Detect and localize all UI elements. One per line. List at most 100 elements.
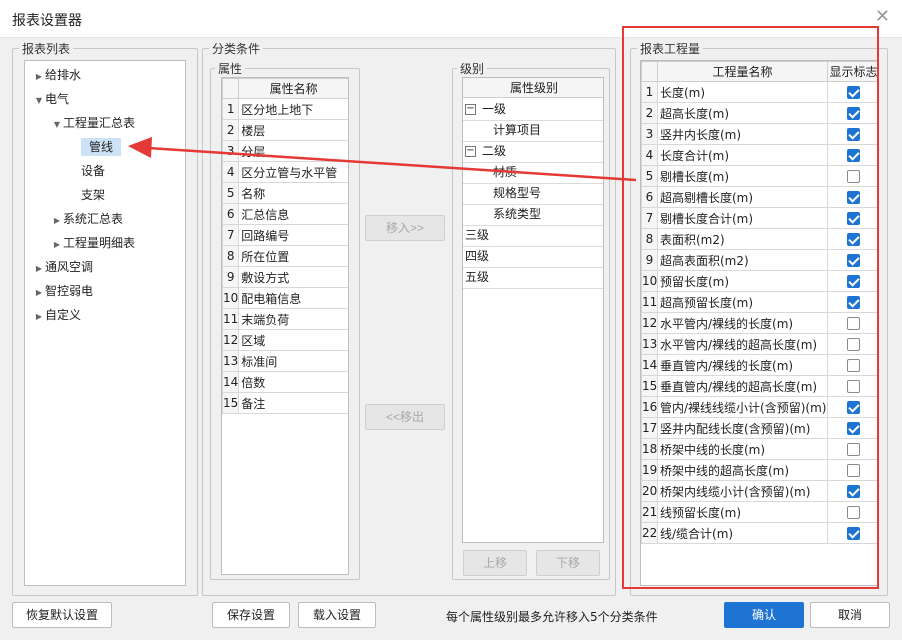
show-flag-checkbox[interactable] <box>847 149 860 162</box>
show-flag-checkbox[interactable] <box>847 485 860 498</box>
move-down-button[interactable]: 下移 <box>536 550 600 576</box>
table-row[interactable]: 12 区域 <box>222 329 348 351</box>
chevron-right-icon[interactable]: ▶ <box>51 210 63 232</box>
table-row[interactable]: 18 桥架中线的长度(m) <box>641 438 877 460</box>
level-row-other[interactable]: 三级 <box>465 225 489 246</box>
table-row[interactable]: 12 水平管内/裸线的长度(m) <box>641 312 877 334</box>
level-child-item[interactable]: 材质 <box>493 162 517 183</box>
tree-item[interactable]: 支架 <box>69 184 105 206</box>
save-settings-button[interactable]: 保存设置 <box>212 602 290 628</box>
show-flag-checkbox[interactable] <box>847 107 860 120</box>
table-row[interactable]: 1 区分地上地下 <box>222 98 348 120</box>
table-row[interactable]: 20 桥架内线缆小计(含预留)(m) <box>641 480 877 502</box>
show-flag-checkbox[interactable] <box>847 254 860 267</box>
table-row[interactable]: 14 垂直管内/裸线的长度(m) <box>641 354 877 376</box>
tree-item[interactable]: ▶ 智控弱电 <box>33 280 93 302</box>
show-flag-checkbox[interactable] <box>847 233 860 246</box>
table-row[interactable]: 11 超高预留长度(m) <box>641 291 877 313</box>
show-flag-checkbox[interactable] <box>847 128 860 141</box>
table-row[interactable]: 9 超高表面积(m2) <box>641 249 877 271</box>
show-flag-checkbox[interactable] <box>847 401 860 414</box>
tree-item[interactable]: ▼ 电气 <box>33 88 69 110</box>
table-row[interactable]: 4 区分立管与水平管 <box>222 161 348 183</box>
table-row[interactable]: 2 楼层 <box>222 119 348 141</box>
chevron-right-icon[interactable]: ▶ <box>51 234 63 256</box>
tree-item[interactable]: 设备 <box>69 160 105 182</box>
show-flag-checkbox[interactable] <box>847 86 860 99</box>
level-row-2[interactable]: − 二级 <box>465 141 506 162</box>
table-row[interactable]: 7 剔槽长度合计(m) <box>641 207 877 229</box>
collapse-icon[interactable]: − <box>465 146 476 157</box>
level-row-1[interactable]: − 一级 <box>465 99 506 120</box>
level-row-other[interactable]: 五级 <box>465 267 489 288</box>
close-icon[interactable]: ✕ <box>875 8 890 26</box>
tree-item[interactable]: ▶ 系统汇总表 <box>51 208 123 230</box>
collapse-icon[interactable]: − <box>465 104 476 115</box>
table-row[interactable]: 4 长度合计(m) <box>641 144 877 166</box>
tree-item[interactable]: ▶ 给排水 <box>33 64 81 86</box>
show-flag-checkbox[interactable] <box>847 338 860 351</box>
tree-item[interactable]: ▼ 工程量汇总表 <box>51 112 135 134</box>
table-row[interactable]: 2 超高长度(m) <box>641 102 877 124</box>
load-settings-button[interactable]: 载入设置 <box>298 602 376 628</box>
chevron-right-icon[interactable]: ▶ <box>33 306 45 328</box>
chevron-down-icon[interactable]: ▼ <box>33 90 45 112</box>
tree-item[interactable]: ▶ 通风空调 <box>33 256 93 278</box>
show-flag-checkbox[interactable] <box>847 191 860 204</box>
level-child-item[interactable]: 规格型号 <box>493 183 541 204</box>
show-flag-checkbox[interactable] <box>847 296 860 309</box>
level-row-other[interactable]: 四级 <box>465 246 489 267</box>
show-flag-checkbox[interactable] <box>847 212 860 225</box>
move-out-button[interactable]: <<移出 <box>365 404 445 430</box>
table-row[interactable]: 6 超高剔槽长度(m) <box>641 186 877 208</box>
table-row[interactable]: 14 倍数 <box>222 371 348 393</box>
show-flag-checkbox[interactable] <box>847 422 860 435</box>
level-child-item[interactable]: 系统类型 <box>493 204 541 225</box>
table-row[interactable]: 8 所在位置 <box>222 245 348 267</box>
table-row[interactable]: 13 标准间 <box>222 350 348 372</box>
table-row[interactable]: 10 预留长度(m) <box>641 270 877 292</box>
table-row[interactable]: 11 末端负荷 <box>222 308 348 330</box>
table-row[interactable]: 22 线/缆合计(m) <box>641 522 877 544</box>
tree-item[interactable]: 管线 <box>69 136 122 158</box>
show-flag-checkbox[interactable] <box>847 527 860 540</box>
table-row[interactable]: 7 回路编号 <box>222 224 348 246</box>
cancel-button[interactable]: 取消 <box>810 602 890 628</box>
table-row[interactable]: 9 敷设方式 <box>222 266 348 288</box>
table-row[interactable]: 17 竖井内配线长度(含预留)(m) <box>641 417 877 439</box>
move-up-button[interactable]: 上移 <box>463 550 527 576</box>
table-row[interactable]: 19 桥架中线的超高长度(m) <box>641 459 877 481</box>
show-flag-checkbox[interactable] <box>847 380 860 393</box>
level-child-item[interactable]: 计算项目 <box>493 120 541 141</box>
show-flag-checkbox[interactable] <box>847 359 860 372</box>
table-row[interactable]: 21 线预留长度(m) <box>641 501 877 523</box>
row-number: 14 <box>222 371 240 393</box>
show-flag-checkbox[interactable] <box>847 464 860 477</box>
table-row[interactable]: 3 竖井内长度(m) <box>641 123 877 145</box>
table-row[interactable]: 6 汇总信息 <box>222 203 348 225</box>
table-row[interactable]: 15 垂直管内/裸线的超高长度(m) <box>641 375 877 397</box>
show-flag-checkbox[interactable] <box>847 443 860 456</box>
table-row[interactable]: 13 水平管内/裸线的超高长度(m) <box>641 333 877 355</box>
show-flag-checkbox[interactable] <box>847 317 860 330</box>
tree-item[interactable]: ▶ 工程量明细表 <box>51 232 135 254</box>
table-row[interactable]: 5 剔槽长度(m) <box>641 165 877 187</box>
table-row[interactable]: 15 备注 <box>222 392 348 414</box>
table-row[interactable]: 10 配电箱信息 <box>222 287 348 309</box>
show-flag-checkbox[interactable] <box>847 275 860 288</box>
chevron-down-icon[interactable]: ▼ <box>51 114 63 136</box>
tree-item[interactable]: ▶ 自定义 <box>33 304 81 326</box>
table-row[interactable]: 5 名称 <box>222 182 348 204</box>
table-row[interactable]: 3 分层 <box>222 140 348 162</box>
confirm-button[interactable]: 确认 <box>724 602 804 628</box>
show-flag-checkbox[interactable] <box>847 170 860 183</box>
restore-default-button[interactable]: 恢复默认设置 <box>12 602 112 628</box>
show-flag-checkbox[interactable] <box>847 506 860 519</box>
table-row[interactable]: 16 管内/裸线线缆小计(含预留)(m) <box>641 396 877 418</box>
chevron-right-icon[interactable]: ▶ <box>33 258 45 280</box>
chevron-right-icon[interactable]: ▶ <box>33 282 45 304</box>
move-in-button[interactable]: 移入>> <box>365 215 445 241</box>
table-row[interactable]: 8 表面积(m2) <box>641 228 877 250</box>
chevron-right-icon[interactable]: ▶ <box>33 66 45 88</box>
table-row[interactable]: 1 长度(m) <box>641 81 877 103</box>
